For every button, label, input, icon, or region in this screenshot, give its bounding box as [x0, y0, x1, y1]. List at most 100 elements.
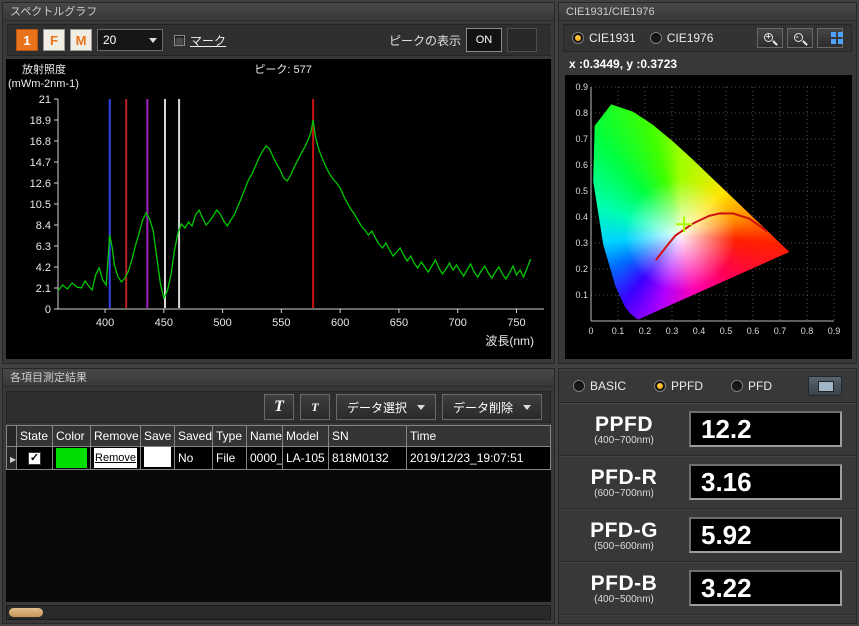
measurement-range: (500~600nm)	[594, 541, 654, 552]
save-button[interactable]	[144, 447, 171, 467]
scrollbar-thumb[interactable]	[9, 608, 43, 617]
cie-x-tick-label: 0.7	[774, 326, 787, 336]
measurement-label-block: PFD-B (400~500nm)	[559, 572, 689, 605]
peak-display-label: ピークの表示	[389, 32, 461, 49]
magnifier-handle-icon	[772, 40, 778, 46]
cie-y-tick-label: 0.6	[575, 160, 588, 170]
cie-y-tick-label: 0.9	[575, 82, 588, 92]
cie-coordinates-readout: x :0.3449, y :0.3723	[569, 57, 677, 71]
chevron-down-icon	[417, 405, 425, 410]
measurement-row-ppfd: PPFD (400~700nm) 12.2	[559, 403, 856, 456]
data-select-label: データ選択	[347, 399, 407, 416]
x-tick-label: 750	[507, 317, 525, 329]
cell-color	[53, 447, 91, 470]
cie-x-tick-label: 0.3	[666, 326, 679, 336]
y-tick-label: 18.9	[30, 115, 51, 127]
view-f-button[interactable]: F	[43, 29, 65, 51]
col-time: Time	[407, 426, 551, 447]
spectrum-toolbar: 1 F M 20 マーク ピークの表示 ON	[7, 24, 550, 56]
peak-on-button[interactable]: ON	[466, 28, 502, 52]
cell-type: File	[213, 447, 247, 470]
cie-x-tick-label: 0.8	[801, 326, 814, 336]
measurement-value: 3.16	[689, 464, 842, 500]
horizontal-scrollbar[interactable]	[6, 605, 551, 620]
x-axis-title: 波長(nm)	[485, 334, 534, 348]
y-tick-label: 6.3	[36, 241, 51, 253]
cie-y-tick-label: 0.7	[575, 134, 588, 144]
fit-view-button[interactable]	[817, 28, 843, 48]
cie-panel: CIE1931/CIE1976 CIE1931 CIE1976 +	[558, 2, 857, 364]
radio-basic[interactable]: BASIC	[573, 379, 626, 393]
y-tick-label: 12.6	[30, 178, 51, 190]
cie-x-tick-label: 0	[588, 326, 593, 336]
cell-model: LA-105	[283, 447, 329, 470]
table-header-row: State Color Remove Save Saved Type Name …	[7, 426, 551, 447]
average-select[interactable]: 20	[97, 29, 163, 51]
col-name: Name	[247, 426, 283, 447]
cie-x-tick-label: 0.9	[828, 326, 841, 336]
app-window: スペクトルグラフ 1 F M 20 マーク ピークの表示 ON 02.14.26…	[0, 0, 859, 626]
radio-dot-icon	[654, 380, 666, 392]
data-select-button[interactable]: データ選択	[336, 394, 436, 420]
radio-cie1931[interactable]: CIE1931	[572, 31, 636, 45]
remove-button[interactable]: Remove	[94, 448, 137, 468]
mark-label[interactable]: マーク	[190, 32, 226, 49]
measurement-label: PFD-R	[591, 466, 658, 490]
zoom-in-button[interactable]: +	[757, 28, 783, 48]
font-decrease-button[interactable]: T	[300, 394, 330, 420]
average-select-value: 20	[103, 33, 116, 47]
x-tick-label: 600	[331, 317, 349, 329]
mode-selector-row: BASIC PPFD PFD	[559, 369, 856, 403]
peak-off-button[interactable]	[507, 28, 537, 52]
cell-remove: Remove	[91, 447, 141, 470]
cell-save	[141, 447, 175, 470]
cie-x-tick-label: 0.4	[693, 326, 706, 336]
col-saved: Saved	[175, 426, 213, 447]
cie-toolbar: CIE1931 CIE1976 + -	[563, 24, 852, 52]
row-marker-header	[7, 426, 17, 447]
radio-pfd-label: PFD	[748, 379, 772, 393]
measurement-row-pfd-g: PFD-G (500~600nm) 5.92	[559, 509, 856, 562]
cie-y-tick-label: 0.1	[575, 290, 588, 300]
state-checkbox[interactable]: ✓	[28, 452, 41, 465]
measurement-range: (600~700nm)	[594, 488, 654, 499]
radio-dot-icon	[572, 32, 584, 44]
grid-icon	[824, 32, 837, 45]
cie-y-tick-label: 0.3	[575, 238, 588, 248]
radio-dot-icon	[650, 32, 662, 44]
radio-basic-label: BASIC	[590, 379, 626, 393]
col-save: Save	[141, 426, 175, 447]
results-panel: 各項目測定結果 T T データ選択 データ削除	[2, 368, 555, 624]
cie-y-tick-label: 0.2	[575, 264, 588, 274]
radio-dot-icon	[573, 380, 585, 392]
measurement-range: (400~500nm)	[594, 594, 654, 605]
y-tick-label: 21	[39, 94, 51, 106]
font-increase-button[interactable]: T	[264, 394, 294, 420]
x-tick-label: 400	[96, 317, 114, 329]
cie-x-tick-label: 0.5	[720, 326, 733, 336]
plus-icon: +	[766, 32, 771, 42]
view-m-button[interactable]: M	[70, 29, 92, 51]
row-marker-icon: ▶	[10, 455, 16, 464]
spectrum-chart: 02.14.26.38.410.512.614.716.818.92140045…	[6, 59, 551, 359]
mark-checkbox[interactable]	[174, 35, 185, 46]
view-1-button[interactable]: 1	[16, 29, 38, 51]
measurement-label-block: PFD-R (600~700nm)	[559, 466, 689, 499]
y-tick-label: 10.5	[30, 199, 51, 211]
radio-pfd[interactable]: PFD	[731, 379, 772, 393]
results-table: State Color Remove Save Saved Type Name …	[6, 425, 551, 470]
radio-ppfd[interactable]: PPFD	[654, 379, 703, 393]
results-table-zone: State Color Remove Save Saved Type Name …	[6, 425, 551, 602]
cie-y-tick-label: 0.8	[575, 108, 588, 118]
x-tick-label: 700	[449, 317, 467, 329]
cell-state: ✓	[17, 447, 53, 470]
data-delete-button[interactable]: データ削除	[442, 394, 542, 420]
measurement-row-pfd-r: PFD-R (600~700nm) 3.16	[559, 456, 856, 509]
zoom-out-button[interactable]: -	[787, 28, 813, 48]
color-swatch	[56, 448, 87, 468]
radio-cie1931-label: CIE1931	[589, 31, 636, 45]
radio-cie1976-label: CIE1976	[667, 31, 714, 45]
radio-cie1976[interactable]: CIE1976	[650, 31, 714, 45]
display-mode-button[interactable]	[808, 376, 842, 396]
cie-panel-title: CIE1931/CIE1976	[559, 3, 856, 21]
